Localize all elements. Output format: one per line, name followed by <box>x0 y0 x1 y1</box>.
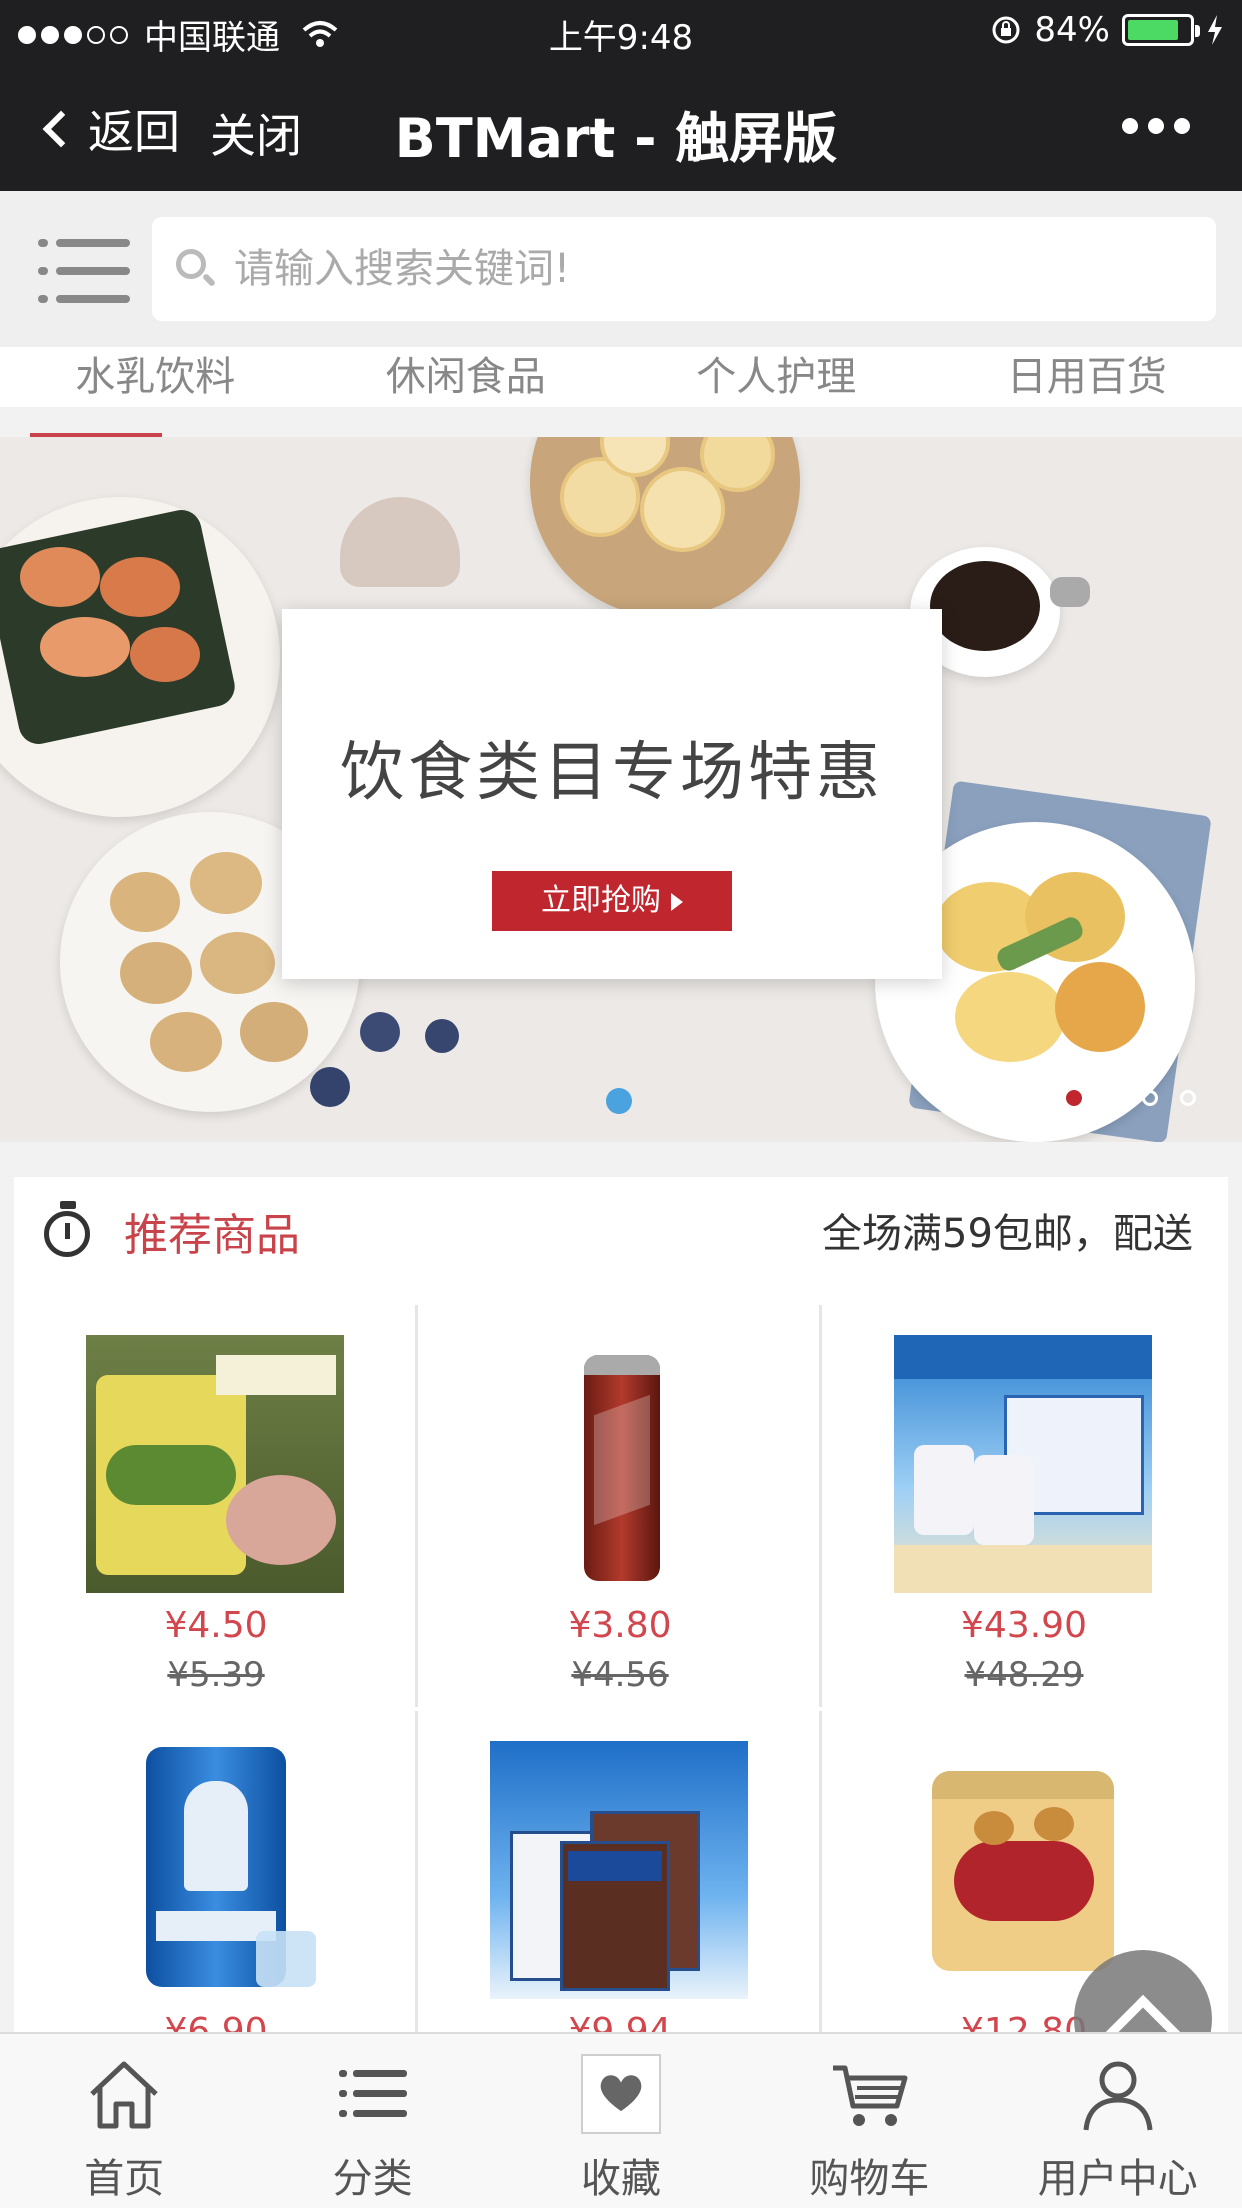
buy-now-button[interactable]: 立即抢购 <box>492 871 732 931</box>
heart-icon <box>580 2054 661 2134</box>
carousel-dot[interactable] <box>1104 1090 1120 1106</box>
page-title: BTMart - 触屏版 <box>394 107 838 170</box>
carousel-dot[interactable] <box>1180 1090 1196 1106</box>
blueberry <box>360 1012 400 1052</box>
tab-daily-goods[interactable]: 日用百货 <box>932 347 1242 407</box>
tab-home-label: 首页 <box>84 2156 165 2202</box>
tab-user-center-label: 用户中心 <box>1037 2156 1198 2202</box>
banner-promo-card: 饮食类目专场特惠 立即抢购 <box>282 609 942 979</box>
status-bar: 中国联通 上午9:48 84% <box>0 0 1242 60</box>
cup-handle <box>1050 577 1090 607</box>
play-arrow-icon <box>671 892 683 911</box>
charging-icon <box>1208 15 1222 45</box>
product-price: ¥3.80 <box>568 1605 672 1646</box>
bottom-tab-bar: 首页 分类 收藏 购物车 用户中心 <box>0 2032 1242 2208</box>
dried-lemon-bowl-image <box>530 437 800 617</box>
carousel-dot[interactable] <box>1066 1090 1082 1106</box>
tab-personal-care[interactable]: 个人护理 <box>621 347 932 407</box>
carousel-pagination <box>1028 1090 1196 1106</box>
shrimp-plate-image <box>0 497 280 817</box>
tab-category[interactable]: 分类 <box>248 2034 496 2208</box>
search-icon <box>176 249 217 289</box>
buy-now-label: 立即抢购 <box>541 883 661 918</box>
product-price: ¥43.90 <box>961 1605 1087 1646</box>
search-row <box>0 191 1242 347</box>
tab-cart-label: 购物车 <box>809 2156 930 2202</box>
product-price: ¥4.50 <box>164 1605 268 1646</box>
more-dot <box>1174 118 1190 134</box>
cart-icon <box>833 2065 908 2126</box>
category-menu-icon[interactable] <box>38 237 130 305</box>
product-image-oreo-rolls <box>490 1741 748 1999</box>
blueberry <box>310 1067 350 1107</box>
tab-category-label: 分类 <box>332 2156 413 2202</box>
tab-home[interactable]: 首页 <box>0 2034 248 2208</box>
recommended-title: 推荐商品 <box>124 1210 300 1261</box>
more-dot <box>1122 118 1138 134</box>
product-card[interactable]: ¥43.90 ¥48.29 <box>822 1305 1226 1707</box>
category-tabs: 水乳饮料 休闲食品 个人护理 日用百货 <box>0 347 1242 407</box>
recommended-section: 推荐商品 全场满59包邮，配送 ¥4.50 ¥5.39 ¥3.80 ¥4.56 … <box>14 1177 1228 2113</box>
tab-user-center[interactable]: 用户中心 <box>994 2034 1242 2208</box>
product-original-price: ¥4.56 <box>571 1655 669 1695</box>
product-image-lactic-drink <box>86 1741 344 1999</box>
product-image-porridge <box>86 1335 344 1593</box>
tab-drinks[interactable]: 水乳饮料 <box>0 347 311 407</box>
battery-icon <box>1122 14 1200 46</box>
carousel-indicator[interactable] <box>606 1088 632 1114</box>
nav-bar: 返回 关闭 BTMart - 触屏版 <box>0 60 1242 191</box>
battery-percent: 84% <box>1034 10 1110 50</box>
search-box[interactable] <box>152 217 1216 321</box>
top-bar: 中国联通 上午9:48 84% 返回 关闭 BTMart - 触屏版 <box>0 0 1242 191</box>
carousel-dot[interactable] <box>1142 1090 1158 1106</box>
shipping-notice: 全场满59包邮，配送 <box>822 1211 1193 1257</box>
more-dot <box>1148 118 1164 134</box>
product-original-price: ¥48.29 <box>964 1655 1084 1695</box>
more-menu-button[interactable] <box>1122 118 1190 134</box>
tab-favorites[interactable]: 收藏 <box>497 2034 745 2208</box>
product-card[interactable]: ¥3.80 ¥4.56 <box>418 1305 822 1707</box>
shell-decoration <box>340 497 460 587</box>
recommended-header: 推荐商品 全场满59包邮，配送 <box>14 1177 1228 1277</box>
banner-headline: 饮食类目专场特惠 <box>340 736 884 810</box>
tab-snacks[interactable]: 休闲食品 <box>311 347 622 407</box>
search-input[interactable] <box>234 246 1134 292</box>
carousel-dot[interactable] <box>1028 1090 1044 1106</box>
user-icon <box>1083 2061 1153 2131</box>
product-image-milk-peanut <box>894 1335 1152 1593</box>
product-card[interactable]: ¥4.50 ¥5.39 <box>14 1305 418 1707</box>
tab-cart[interactable]: 购物车 <box>745 2034 993 2208</box>
tab-favorites-label: 收藏 <box>580 2156 661 2202</box>
list-icon <box>338 2070 407 2117</box>
product-image-nescafe <box>490 1335 748 1593</box>
stopwatch-icon <box>44 1201 92 1259</box>
home-icon <box>90 2061 158 2129</box>
product-original-price: ¥5.39 <box>167 1655 265 1695</box>
promo-banner[interactable]: 饮食类目专场特惠 立即抢购 <box>0 437 1242 1142</box>
rotation-lock-icon <box>992 16 1020 44</box>
blueberry <box>425 1019 459 1053</box>
